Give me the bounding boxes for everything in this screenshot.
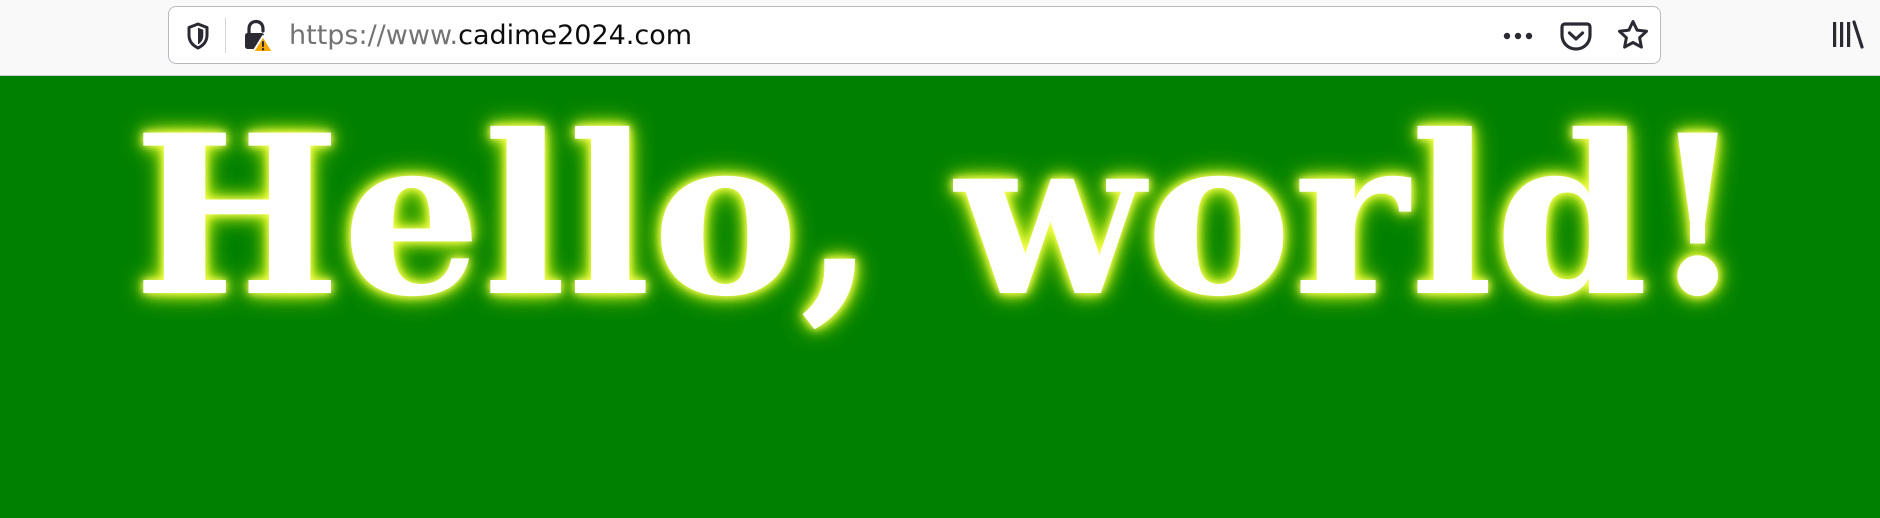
web-page-content: Hello, world! bbox=[0, 76, 1880, 518]
url-prefix: https://www. bbox=[289, 20, 459, 51]
shield-icon[interactable] bbox=[183, 21, 213, 51]
pocket-icon[interactable] bbox=[1558, 18, 1594, 54]
url-bar-divider bbox=[225, 18, 226, 53]
browser-toolbar: https://www.cadime2024.com bbox=[0, 0, 1880, 76]
address-bar[interactable]: https://www.cadime2024.com bbox=[168, 6, 1661, 64]
library-icon[interactable] bbox=[1828, 15, 1868, 55]
hello-world-heading: Hello, world! bbox=[133, 86, 1747, 345]
url-domain: cadime2024.com bbox=[458, 20, 693, 51]
url-text[interactable]: https://www.cadime2024.com bbox=[289, 22, 692, 50]
more-dots-icon[interactable] bbox=[1500, 19, 1536, 53]
star-icon[interactable] bbox=[1615, 17, 1651, 53]
lock-warning-icon[interactable] bbox=[241, 19, 275, 53]
